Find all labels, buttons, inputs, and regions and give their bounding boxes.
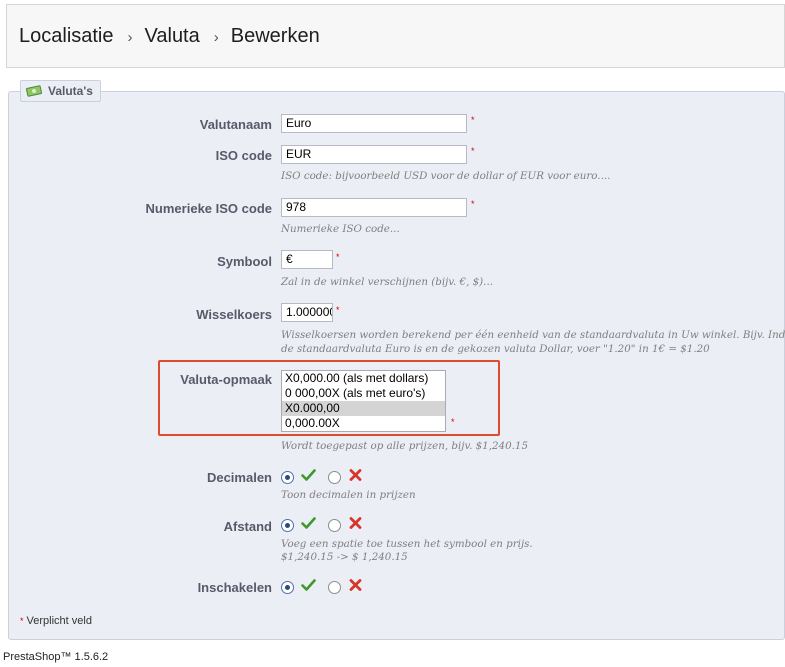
decimals-label: Decimalen (206, 470, 272, 485)
currency-format-select[interactable]: X0,000.00 (als met dollars) 0 000,00X (a… (281, 370, 446, 432)
blank-label: Afstand (223, 519, 272, 534)
blank-hint-line2: $1,240.15 -> $ 1,240.15 (281, 551, 408, 563)
exchange-rate-input[interactable]: 1.000000 (281, 303, 333, 322)
money-icon (26, 85, 42, 97)
active-label: Inschakelen (197, 580, 272, 595)
required-marker: * (336, 305, 340, 315)
blank-hint-line1: Voeg een spatie toe tussen het symbool e… (281, 538, 533, 550)
symbol-hint: Zal in de winkel verschijnen (bijv. €, $… (281, 276, 494, 288)
cross-icon (349, 469, 362, 481)
required-marker: * (20, 616, 24, 626)
symbol-input[interactable]: € (281, 250, 333, 269)
breadcrumb: Localisatie › Valuta › Bewerken (19, 25, 320, 48)
active-no-radio[interactable] (328, 581, 341, 594)
active-yes-radio[interactable] (281, 581, 294, 594)
format-option[interactable]: 0 000,00X (als met euro's) (282, 386, 445, 401)
currency-name-input[interactable]: Euro (281, 114, 467, 133)
iso-code-input[interactable]: EUR (281, 145, 467, 164)
decimals-yes-radio[interactable] (281, 471, 294, 484)
panel-legend-title: Valuta's (48, 84, 93, 98)
required-marker: * (471, 199, 475, 209)
required-marker: * (471, 115, 475, 125)
format-option[interactable]: X0,000.00 (als met dollars) (282, 371, 445, 386)
format-option[interactable]: 0,000.00X (282, 416, 445, 431)
panel-legend: Valuta's (20, 80, 101, 102)
currency-name-label: Valutanaam (199, 117, 272, 132)
chevron-right-icon: › (213, 29, 219, 46)
breadcrumb-bewerken: Bewerken (230, 25, 320, 47)
decimals-hint: Toon decimalen in prijzen (281, 489, 416, 501)
breadcrumb-valuta[interactable]: Valuta (145, 25, 200, 48)
required-marker: * (336, 252, 340, 262)
exchange-rate-hint-line2: de standaardvaluta Euro is en de gekozen… (281, 343, 710, 355)
cross-icon (349, 579, 362, 591)
iso-code-label: ISO code (215, 148, 272, 163)
format-option-selected[interactable]: X0.000,00 (282, 401, 445, 416)
footer-version: PrestaShop™ 1.5.6.2 (3, 651, 109, 663)
decimals-no-radio[interactable] (328, 471, 341, 484)
breadcrumb-localisatie[interactable]: Localisatie (19, 25, 114, 48)
cross-icon (349, 517, 362, 529)
iso-numeric-hint: Numerieke ISO code... (281, 223, 400, 235)
required-marker: * (471, 146, 475, 156)
required-note-text: Verplicht veld (26, 615, 92, 627)
currency-format-hint: Wordt toegepast op alle prijzen, bijv. $… (281, 440, 529, 452)
iso-numeric-label: Numerieke ISO code (145, 201, 272, 216)
required-field-note: * Verplicht veld (20, 615, 92, 627)
blank-no-radio[interactable] (328, 519, 341, 532)
exchange-rate-label: Wisselkoers (196, 307, 272, 322)
iso-code-hint: ISO code: bijvoorbeeld USD voor de dolla… (281, 170, 611, 182)
symbol-label: Symbool (217, 254, 272, 269)
check-icon (301, 469, 316, 481)
iso-numeric-input[interactable]: 978 (281, 198, 467, 217)
chevron-right-icon: › (127, 29, 133, 46)
currency-format-label: Valuta-opmaak (180, 372, 272, 387)
blank-yes-radio[interactable] (281, 519, 294, 532)
exchange-rate-hint-line1: Wisselkoersen worden berekend per één ee… (281, 329, 785, 341)
page-header: Localisatie › Valuta › Bewerken (6, 4, 785, 68)
check-icon (301, 579, 316, 591)
check-icon (301, 517, 316, 529)
required-marker: * (451, 417, 455, 427)
